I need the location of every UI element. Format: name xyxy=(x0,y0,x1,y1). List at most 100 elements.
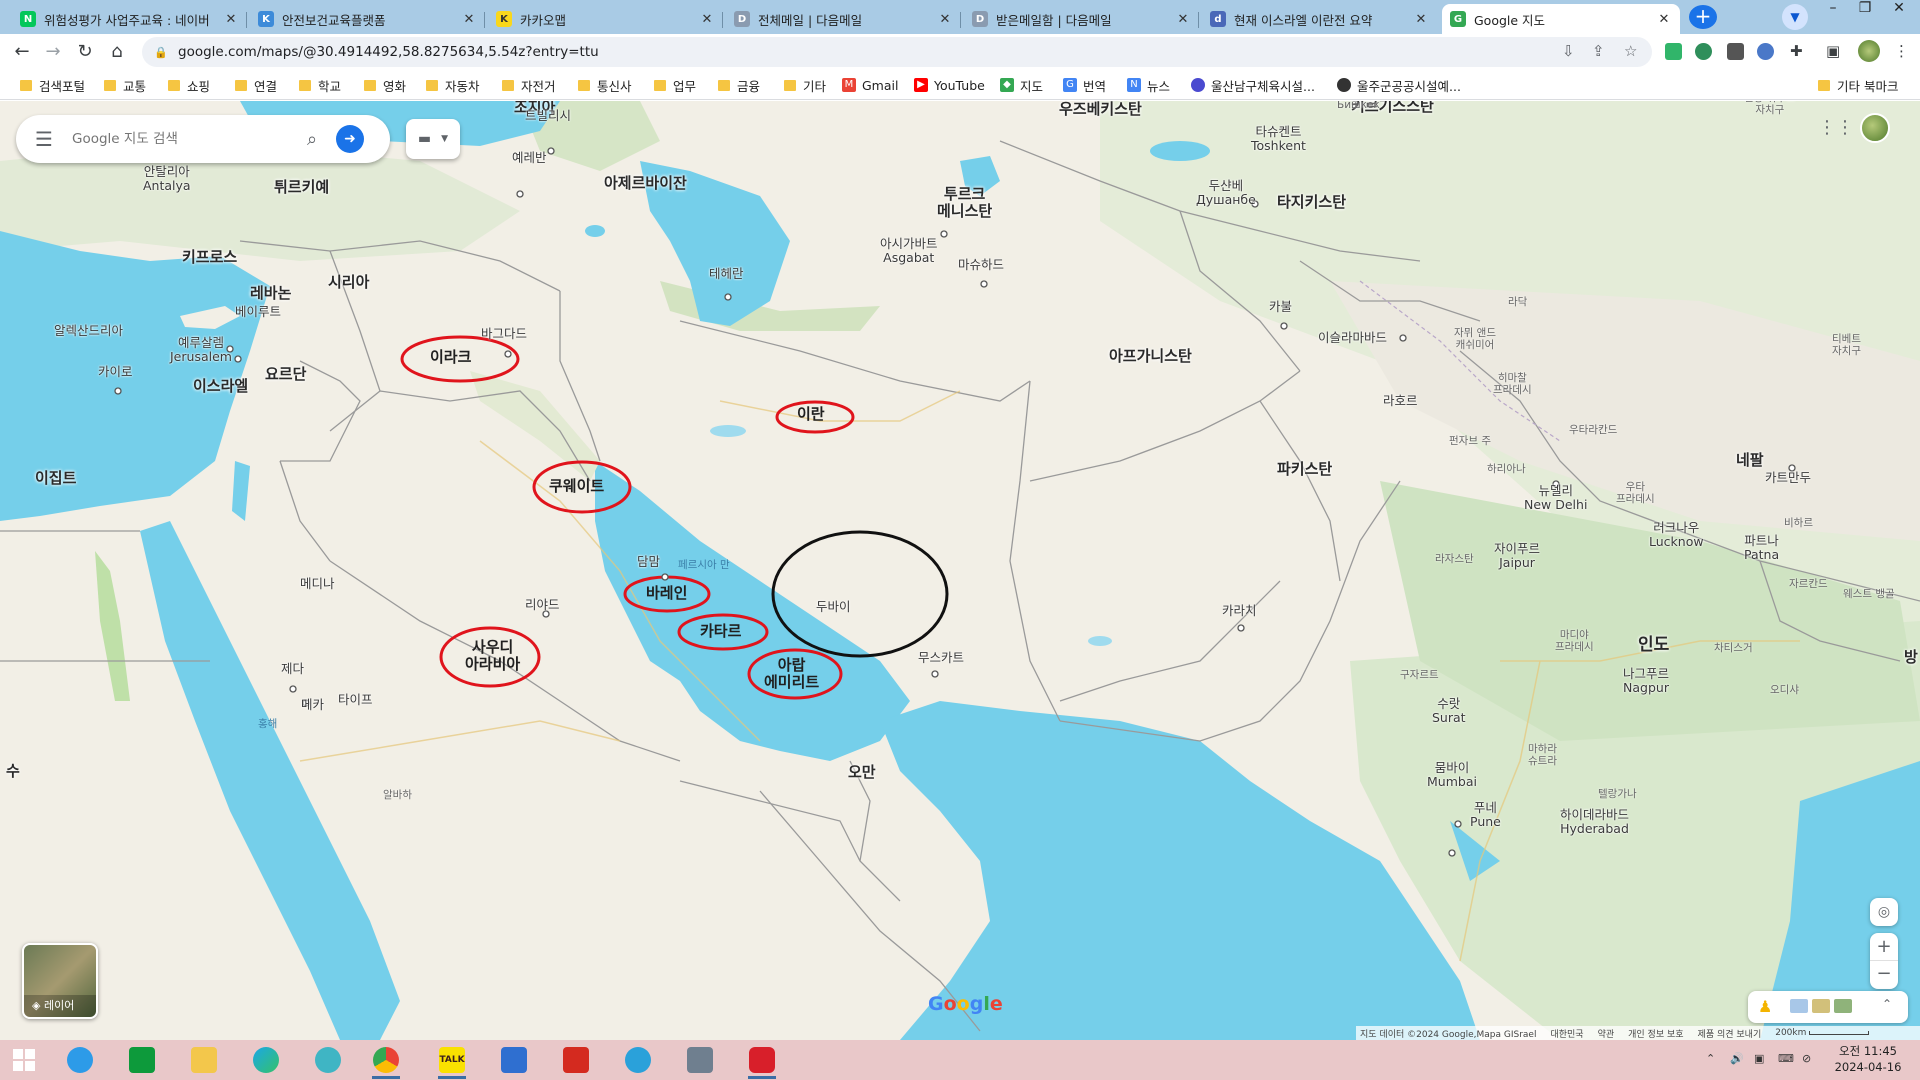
map-label-alexandria[interactable]: 알렉산드리아 xyxy=(54,323,123,338)
bookmark-folder[interactable]: 학교 xyxy=(299,75,341,95)
search-icon[interactable]: ⌕ xyxy=(292,129,332,150)
map-label-turkiye[interactable]: 튀르키예 xyxy=(274,178,329,196)
map-label-tehran[interactable]: 테헤란 xyxy=(709,266,744,281)
map-label-bishkek[interactable]: Бишкек xyxy=(1337,101,1380,111)
extension-icon[interactable] xyxy=(1695,43,1712,60)
map-label-tashkent[interactable]: 타슈켄트 Toshkent xyxy=(1251,124,1306,154)
map-label-bahrain[interactable]: 바레인 xyxy=(646,584,687,602)
extension-icon[interactable] xyxy=(1727,43,1744,60)
close-icon[interactable]: ✕ xyxy=(461,12,477,27)
input-tools-button[interactable]: ▬ ▼ xyxy=(406,119,460,159)
taskbar-swift[interactable] xyxy=(308,1044,348,1076)
new-tab-button[interactable]: + xyxy=(1689,5,1717,29)
map-label-oman[interactable]: 오만 xyxy=(848,763,876,781)
minimize-button[interactable]: – xyxy=(1818,0,1848,18)
tab-naver[interactable]: N 위험성평가 사업주교육 : 네이버 ✕ xyxy=(12,4,247,34)
bookmark-ulju-facility[interactable]: 울주군공공시설예... xyxy=(1337,75,1461,95)
map-label-yerevan[interactable]: 예레반 xyxy=(512,150,547,165)
close-icon[interactable]: ✕ xyxy=(937,12,953,27)
close-icon[interactable]: ✕ xyxy=(223,12,239,27)
map-label-lebanon[interactable]: 레바논 xyxy=(250,284,291,302)
tab-daum-all-mail[interactable]: D 전체메일 | 다음메일 ✕ xyxy=(726,4,961,34)
map-label-qatar[interactable]: 카타르 xyxy=(700,622,741,640)
map-label-jerusalem[interactable]: 예루살렘 Jerusalem xyxy=(170,335,232,365)
more-menu-icon[interactable]: ⋮ xyxy=(1894,42,1909,60)
close-window-button[interactable]: ✕ xyxy=(1884,0,1914,18)
map-label-mashhad[interactable]: 마슈하드 xyxy=(958,257,1004,272)
scale-bar[interactable]: 200km xyxy=(1775,1028,1870,1038)
ime-icon[interactable]: ⌨ xyxy=(1778,1052,1794,1065)
account-avatar[interactable] xyxy=(1860,113,1890,143)
map-label-muscat[interactable]: 무스카트 xyxy=(918,650,964,665)
map-label-kathmandu[interactable]: 카트만두 xyxy=(1765,470,1811,485)
map-label-jeddah[interactable]: 제다 xyxy=(281,661,304,676)
bookmark-folder[interactable]: 연결 xyxy=(235,75,277,95)
map-label-tbilisi[interactable]: 트빌리시 xyxy=(525,108,571,123)
map-label-pakistan[interactable]: 파키스탄 xyxy=(1277,460,1332,478)
map-label-azerbaijan[interactable]: 아제르바이잔 xyxy=(604,174,687,192)
map-label-egypt[interactable]: 이집트 xyxy=(35,469,76,487)
bookmark-folder[interactable]: 자전거 xyxy=(502,75,556,95)
map-label-tajikistan[interactable]: 타지키스탄 xyxy=(1277,193,1346,211)
taskbar-calculator[interactable] xyxy=(680,1044,720,1076)
map-label-jaipur[interactable]: 자이푸르 Jaipur xyxy=(1494,541,1540,571)
map-label-dushanbe[interactable]: 두샨베 Душанбе xyxy=(1196,178,1256,208)
back-icon[interactable]: ← xyxy=(9,39,35,65)
privacy-link[interactable]: 개인 정보 보호 xyxy=(1628,1027,1683,1040)
map-label-uae[interactable]: 아랍 에미리트 xyxy=(764,656,819,692)
bookmark-folder[interactable]: 금융 xyxy=(718,75,760,95)
map-label-nepal[interactable]: 네팔 xyxy=(1736,451,1764,469)
bookmark-folder[interactable]: 자동차 xyxy=(426,75,480,95)
imagery-thumbnail-icon[interactable] xyxy=(1812,999,1830,1013)
bookmark-folder[interactable]: 기타 xyxy=(784,75,826,95)
map-label-pune[interactable]: 푸네 Pune xyxy=(1470,800,1501,830)
map-label-taif[interactable]: 타이프 xyxy=(338,692,373,707)
puzzle-icon[interactable]: ✚ xyxy=(1790,42,1803,60)
bookmark-folder[interactable]: 통신사 xyxy=(578,75,632,95)
map-label-mecca[interactable]: 메카 xyxy=(301,697,324,712)
map-label-iran[interactable]: 이란 xyxy=(797,405,825,423)
bookmark-star-icon[interactable]: ☆ xyxy=(1624,42,1637,60)
extension-icon[interactable] xyxy=(1665,43,1682,60)
map-canvas[interactable]: 이라크 이란 쿠웨이트 바레인 카타르 사우디 아라비아 아랍 에미리트 조지아… xyxy=(0,101,1920,1040)
terms-link[interactable]: 약관 xyxy=(1598,1027,1615,1040)
tab-search-button[interactable]: ▼ xyxy=(1782,4,1808,30)
map-label-new-delhi[interactable]: 뉴델리 New Delhi xyxy=(1524,483,1587,513)
tab-google-maps[interactable]: G Google 지도 ✕ xyxy=(1442,4,1680,34)
bookmark-maps[interactable]: ◆ 지도 xyxy=(1000,75,1043,95)
taskbar-explorer[interactable] xyxy=(184,1044,224,1076)
taskbar-telegram[interactable] xyxy=(618,1044,658,1076)
map-label-patna[interactable]: 파트나 Patna xyxy=(1744,533,1779,563)
bookmark-youtube[interactable]: ▶ YouTube xyxy=(914,75,985,95)
map-label-mumbai[interactable]: 뭄바이 Mumbai xyxy=(1427,760,1477,790)
bookmark-folder[interactable]: 교통 xyxy=(104,75,146,95)
taskbar-kakaotalk[interactable]: TALK xyxy=(432,1044,472,1079)
zoom-in-button[interactable]: + xyxy=(1870,933,1898,961)
restore-button[interactable]: ❐ xyxy=(1850,0,1880,18)
map-label-surat[interactable]: 수랏 Surat xyxy=(1432,696,1466,726)
tab-kosha[interactable]: K 안전보건교육플랫폼 ✕ xyxy=(250,4,485,34)
bookmark-folder[interactable]: 쇼핑 xyxy=(168,75,210,95)
map-label-lucknow[interactable]: 러크나우 Lucknow xyxy=(1649,520,1704,550)
system-clock[interactable]: 오전 11:45 2024-04-16 xyxy=(1826,1043,1910,1075)
map-label-kuwait[interactable]: 쿠웨이트 xyxy=(549,477,604,495)
tab-daum-inbox[interactable]: D 받은메일함 | 다음메일 ✕ xyxy=(964,4,1199,34)
imagery-thumbnail-icon[interactable] xyxy=(1790,999,1808,1013)
map-label-saudi-arabia[interactable]: 사우디 아라비아 xyxy=(465,638,520,674)
volume-icon[interactable]: 🔊 xyxy=(1730,1052,1744,1065)
maps-search-input[interactable] xyxy=(72,131,292,147)
windows-start-button[interactable] xyxy=(4,1044,44,1076)
bookmark-gmail[interactable]: M Gmail xyxy=(842,75,898,95)
map-label-cyprus[interactable]: 키프로스 xyxy=(182,248,237,266)
tab-news-summary[interactable]: d 현재 이스라엘 이란전 요약 ✕ xyxy=(1202,4,1437,34)
pegman-icon[interactable]: ♟ xyxy=(1758,997,1772,1016)
map-label-israel[interactable]: 이스라엘 xyxy=(193,377,248,395)
imagery-thumbnail-icon[interactable] xyxy=(1834,999,1852,1013)
region-link[interactable]: 대한민국 xyxy=(1550,1027,1583,1040)
map-label-cairo[interactable]: 카이로 xyxy=(98,364,133,379)
tray-chevron-icon[interactable]: ⌃ xyxy=(1706,1052,1715,1065)
bookmark-folder[interactable]: 영화 xyxy=(364,75,406,95)
map-label-beirut[interactable]: 베이루트 xyxy=(235,304,281,319)
map-label-india[interactable]: 인도 xyxy=(1638,635,1669,656)
map-label-turkmenistan[interactable]: 투르크 메니스탄 xyxy=(937,185,992,221)
